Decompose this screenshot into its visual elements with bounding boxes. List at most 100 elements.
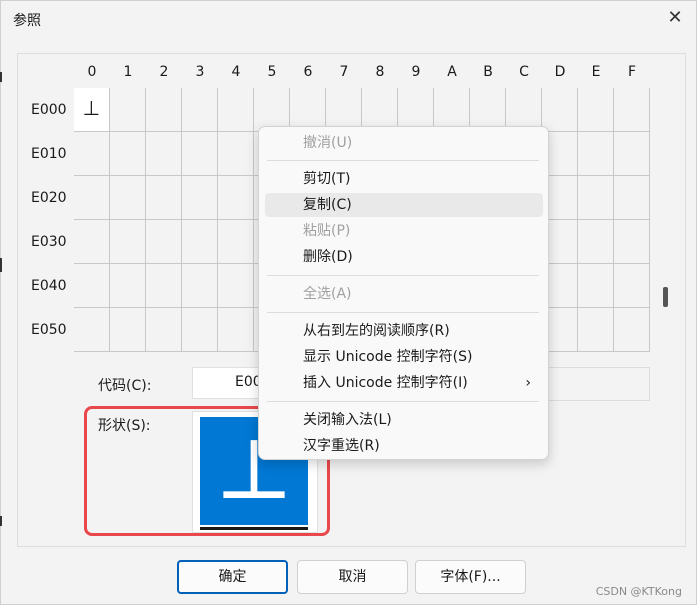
char-cell[interactable]	[146, 264, 182, 308]
menu-item[interactable]: 复制(C)	[265, 193, 543, 217]
menu-item[interactable]: 关闭输入法(L)	[265, 408, 543, 432]
char-cell[interactable]	[614, 176, 650, 220]
char-cell[interactable]	[110, 264, 146, 308]
menu-item-label: 剪切(T)	[303, 171, 351, 187]
scrollbar-thumb[interactable]	[663, 287, 668, 307]
char-cell[interactable]	[110, 132, 146, 176]
watermark: CSDN @KTKong	[595, 585, 682, 598]
menu-item[interactable]: 显示 Unicode 控制字符(S)	[265, 345, 543, 369]
char-cell[interactable]	[614, 220, 650, 264]
char-cell[interactable]	[74, 308, 110, 352]
char-cell[interactable]	[578, 176, 614, 220]
char-cell[interactable]	[218, 264, 254, 308]
char-cell[interactable]	[146, 132, 182, 176]
column-header: A	[447, 64, 457, 80]
char-cell[interactable]	[578, 88, 614, 132]
char-cell[interactable]	[110, 220, 146, 264]
menu-item-label: 复制(C)	[303, 197, 352, 213]
left-edge-mark	[0, 516, 2, 526]
menu-item[interactable]: 汉字重选(R)	[265, 434, 543, 458]
column-header: B	[483, 64, 493, 80]
ok-button[interactable]: 确定	[177, 560, 288, 594]
char-cell[interactable]	[218, 88, 254, 132]
menu-item[interactable]: 删除(D)	[265, 245, 543, 269]
font-button[interactable]: 字体(F)...	[415, 560, 526, 594]
char-cell[interactable]	[110, 88, 146, 132]
char-cell[interactable]	[110, 176, 146, 220]
char-cell[interactable]	[218, 132, 254, 176]
column-header: F	[627, 64, 637, 80]
column-header: D	[554, 64, 566, 80]
char-cell[interactable]	[578, 264, 614, 308]
char-cell[interactable]	[182, 132, 218, 176]
char-cell[interactable]	[614, 308, 650, 352]
char-cell[interactable]	[182, 88, 218, 132]
char-cell[interactable]	[74, 176, 110, 220]
column-header: 8	[375, 64, 385, 80]
selected-char-cell[interactable]: ⊥	[74, 88, 110, 132]
char-cell[interactable]	[578, 132, 614, 176]
menu-item: 撤消(U)	[265, 131, 543, 155]
menu-separator	[267, 312, 539, 313]
menu-item[interactable]: 剪切(T)	[265, 167, 543, 191]
menu-item-label: 从右到左的阅读顺序(R)	[303, 323, 450, 339]
column-header: 6	[303, 64, 313, 80]
code-input[interactable]: E00	[192, 367, 262, 399]
char-cell[interactable]	[110, 308, 146, 352]
char-cell[interactable]	[218, 220, 254, 264]
menu-separator	[267, 160, 539, 161]
menu-item[interactable]: 插入 Unicode 控制字符(I) ›	[265, 371, 543, 395]
menu-item: 全选(A)	[265, 282, 543, 306]
column-header: 9	[411, 64, 421, 80]
column-header: 4	[231, 64, 241, 80]
char-cell[interactable]	[74, 264, 110, 308]
column-header: C	[519, 64, 529, 80]
char-cell[interactable]	[74, 132, 110, 176]
char-cell[interactable]	[578, 220, 614, 264]
row-header: E000	[31, 102, 67, 118]
menu-separator	[267, 401, 539, 402]
char-cell[interactable]	[146, 176, 182, 220]
char-cell[interactable]	[74, 220, 110, 264]
char-cell[interactable]	[146, 220, 182, 264]
column-header: 2	[159, 64, 169, 80]
column-header: 5	[267, 64, 277, 80]
menu-item[interactable]: 从右到左的阅读顺序(R)	[265, 319, 543, 343]
char-cell[interactable]	[146, 308, 182, 352]
menu-item-label: 关闭输入法(L)	[303, 412, 392, 428]
char-cell[interactable]	[182, 264, 218, 308]
row-header: E050	[31, 322, 67, 338]
menu-item-label: 粘贴(P)	[303, 223, 351, 239]
title-bar: 参照 ✕	[1, 1, 696, 37]
char-cell[interactable]	[146, 88, 182, 132]
menu-item-label: 全选(A)	[303, 286, 352, 302]
menu-item-label: 撤消(U)	[303, 135, 353, 151]
char-cell[interactable]	[614, 132, 650, 176]
code-label: 代码(C):	[98, 378, 152, 394]
left-edge-mark	[0, 258, 2, 272]
char-cell[interactable]	[614, 88, 650, 132]
cancel-button[interactable]: 取消	[297, 560, 408, 594]
chevron-right-icon: ›	[525, 375, 531, 391]
column-header: 7	[339, 64, 349, 80]
char-cell[interactable]	[578, 308, 614, 352]
char-cell[interactable]	[614, 264, 650, 308]
char-cell[interactable]	[218, 176, 254, 220]
char-cell[interactable]	[542, 88, 578, 132]
column-header: 0	[87, 64, 97, 80]
column-header: 1	[123, 64, 133, 80]
menu-separator	[267, 275, 539, 276]
char-cell[interactable]	[182, 176, 218, 220]
close-icon[interactable]: ✕	[664, 7, 686, 29]
char-cell[interactable]	[182, 220, 218, 264]
menu-item-label: 显示 Unicode 控制字符(S)	[303, 349, 473, 365]
char-cell[interactable]	[182, 308, 218, 352]
row-header: E010	[31, 146, 67, 162]
code-extra-box	[546, 367, 650, 401]
context-menu: 撤消(U) 剪切(T) 复制(C) 粘贴(P) 删除(D) 全选(A) 从右到左的阅读顺序(…	[258, 126, 549, 460]
column-header: E	[591, 64, 601, 80]
column-header: 3	[195, 64, 205, 80]
reference-dialog: 参照 ✕ 0 1 2 3 4 5 6 7 8 9 A B C D E F E000 E010 E020 E030 E0…	[0, 0, 697, 605]
char-cell[interactable]	[218, 308, 254, 352]
menu-item-label: 插入 Unicode 控制字符(I)	[303, 375, 468, 391]
